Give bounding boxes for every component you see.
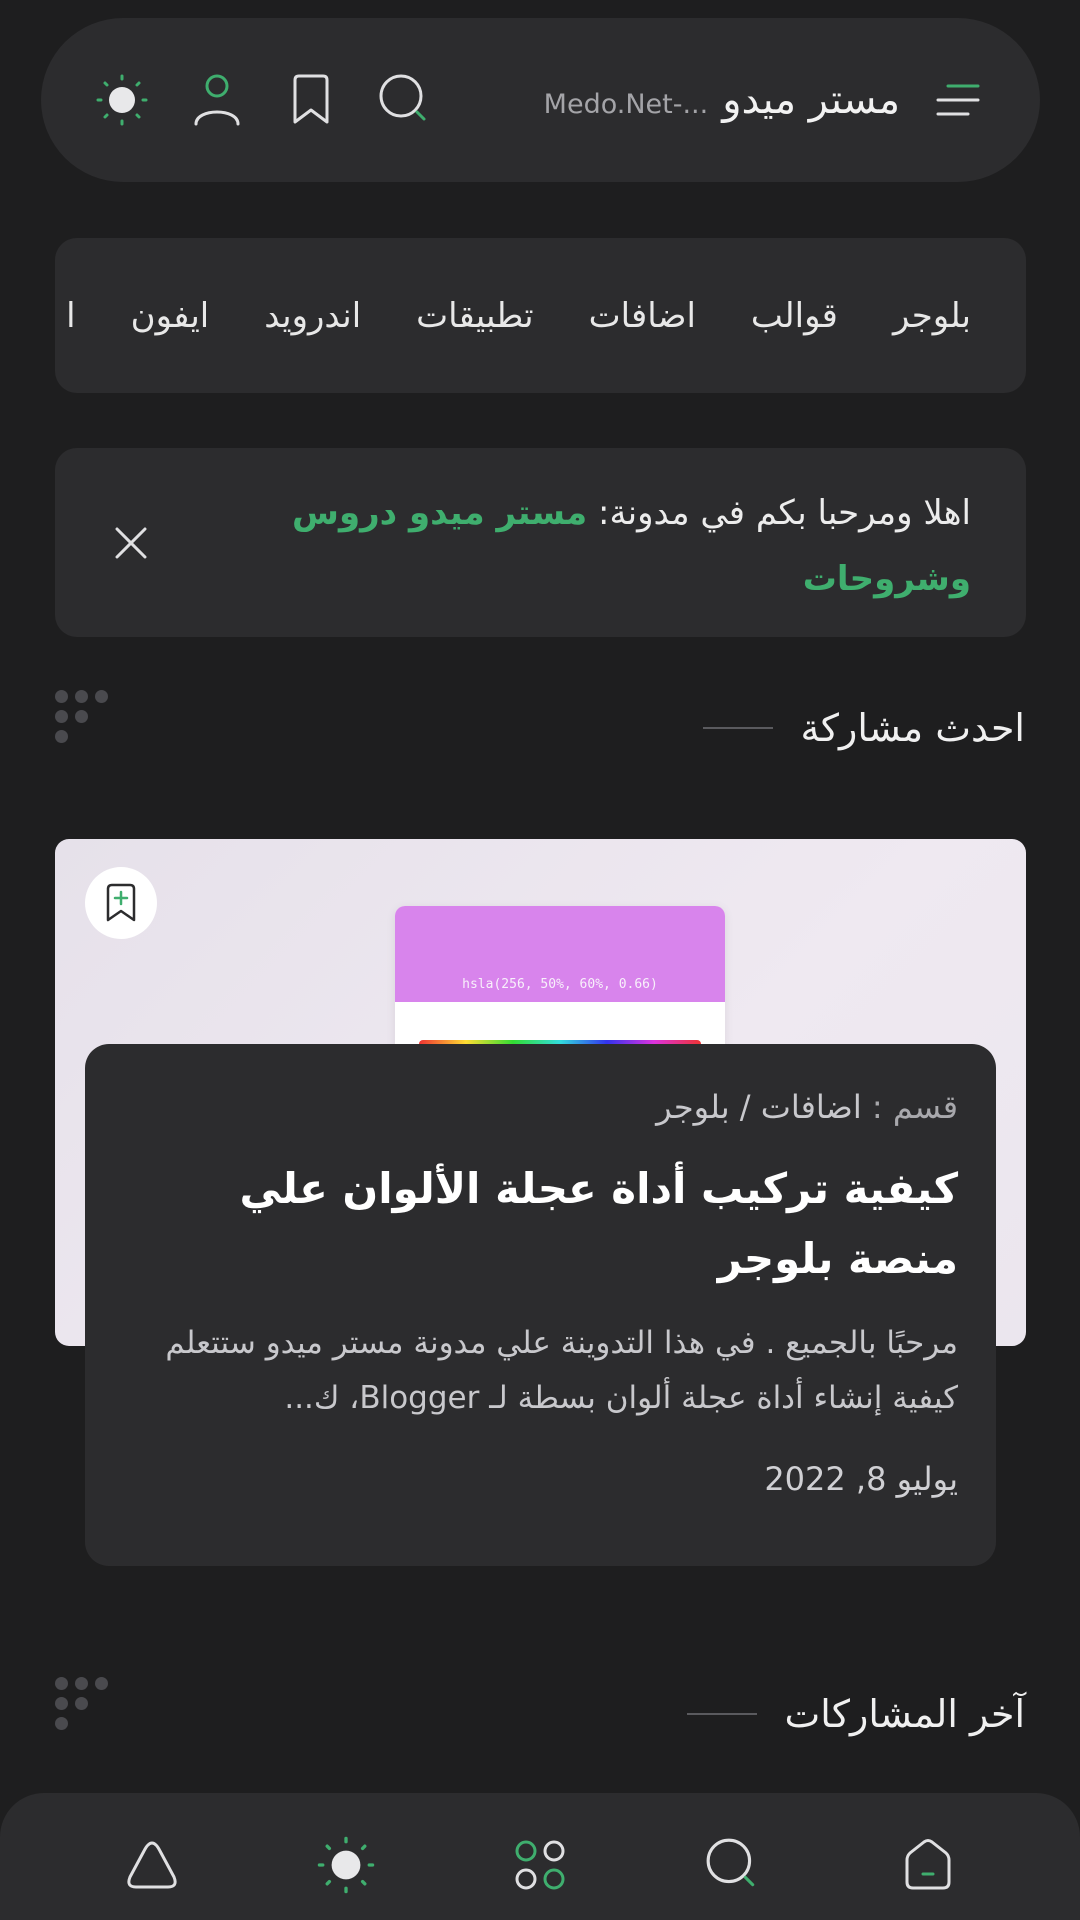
- category-item[interactable]: قوالب: [751, 296, 838, 336]
- welcome-banner: اهلا ومرحبا بكم في مدونة: مستر ميدو دروس…: [55, 448, 1026, 637]
- site-title[interactable]: مستر ميدو Medo.Net-...: [544, 77, 900, 123]
- preview-color-code: hsla(256, 50%, 60%, 0.66): [395, 906, 725, 1002]
- bottom-navigation: [0, 1793, 1080, 1920]
- dots-decoration-icon: [55, 1677, 115, 1737]
- search-icon[interactable]: [375, 70, 435, 130]
- top-header: مستر ميدو Medo.Net-...: [41, 18, 1040, 182]
- category-item[interactable]: اضافات: [589, 296, 696, 336]
- featured-section-title: احدث مشاركة: [800, 706, 1026, 750]
- latest-section-title: آخر المشاركات: [784, 1692, 1025, 1736]
- site-subtitle: Medo.Net-...: [543, 89, 709, 120]
- home-icon[interactable]: [895, 1832, 961, 1898]
- latest-section-header: آخر المشاركات: [686, 1692, 1025, 1736]
- post-category: قسم : اضافات / بلوجر: [123, 1088, 958, 1126]
- site-name: مستر ميدو: [722, 77, 900, 123]
- search-icon[interactable]: [700, 1832, 766, 1898]
- add-bookmark-button[interactable]: [85, 867, 157, 939]
- shape-icon[interactable]: [119, 1832, 185, 1898]
- post-date: يوليو 8, 2022: [764, 1460, 958, 1498]
- welcome-message: اهلا ومرحبا بكم في مدونة: مستر ميدو دروس…: [251, 480, 971, 612]
- category-label: قسم :: [871, 1088, 958, 1126]
- post-excerpt: مرحبًا بالجميع . في هذا التدوينة علي مدو…: [165, 1325, 958, 1416]
- apps-icon[interactable]: [507, 1832, 573, 1898]
- bookmark-add-icon: [106, 883, 136, 922]
- theme-icon[interactable]: [313, 1832, 379, 1898]
- featured-post-card[interactable]: قسم : اضافات / بلوجر كيفية تركيب أداة عج…: [85, 1044, 996, 1566]
- category-item[interactable]: اندرويد: [264, 296, 361, 336]
- dots-decoration-icon: [55, 690, 115, 750]
- close-icon[interactable]: [107, 519, 155, 567]
- section-divider: [702, 727, 773, 729]
- bookmark-icon[interactable]: [281, 70, 341, 130]
- category-nav: بلوجر قوالب اضافات تطبيقات اندرويد ايفون ا: [55, 238, 1026, 393]
- category-item[interactable]: تطبيقات: [416, 296, 533, 336]
- featured-section-header: احدث مشاركة: [702, 706, 1026, 750]
- category-item[interactable]: بلوجر: [893, 296, 971, 336]
- category-path[interactable]: اضافات / بلوجر: [656, 1088, 862, 1126]
- category-item[interactable]: ايفون: [131, 296, 210, 336]
- post-title[interactable]: كيفية تركيب أداة عجلة الألوان علي منصة ب…: [123, 1154, 958, 1294]
- user-icon[interactable]: [187, 70, 247, 130]
- category-item[interactable]: ا: [66, 296, 75, 336]
- welcome-text: اهلا ومرحبا بكم في مدونة:: [587, 493, 971, 533]
- menu-icon[interactable]: [928, 70, 988, 130]
- theme-toggle-icon[interactable]: [92, 70, 152, 130]
- section-divider: [686, 1713, 757, 1715]
